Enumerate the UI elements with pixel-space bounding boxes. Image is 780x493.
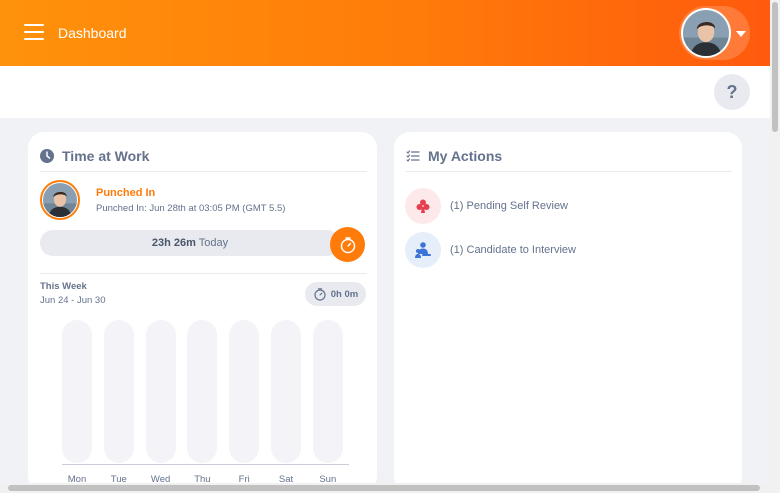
- chart-bar-fri: [229, 320, 260, 463]
- chart-bar-sat: [271, 320, 301, 463]
- top-bar: Dashboard: [0, 0, 770, 66]
- candidate-interview-icon: [405, 232, 441, 268]
- chart-bar-mon: [62, 320, 92, 463]
- week-range: Jun 24 - Jun 30: [40, 295, 106, 306]
- list-icon: [406, 150, 420, 162]
- stopwatch-button[interactable]: [330, 227, 365, 262]
- chart-bar-tue: [103, 320, 134, 463]
- punch-status: Punched In: [96, 187, 156, 199]
- vertical-scrollbar[interactable]: [770, 0, 780, 493]
- card-header: My Actions: [406, 144, 502, 168]
- action-label: (1) Pending Self Review: [450, 200, 569, 212]
- sub-header-bar: ?: [0, 66, 770, 118]
- punch-in-time: Punched In: Jun 28th at 03:05 PM (GMT 5.…: [96, 203, 286, 214]
- card-header: Time at Work: [40, 144, 149, 168]
- chart-axis-line: [62, 464, 349, 465]
- card-title: My Actions: [428, 148, 503, 164]
- user-menu-button[interactable]: [679, 6, 750, 60]
- stopwatch-icon: [314, 288, 326, 301]
- week-total-badge: 0h 0m: [305, 282, 366, 306]
- card-title: Time at Work: [62, 148, 150, 164]
- time-at-work-card: Time at Work Punched In Punched In: Jun …: [28, 132, 377, 492]
- stopwatch-icon: [340, 236, 355, 253]
- chart-bar-wed: [145, 320, 176, 463]
- clock-icon: [40, 149, 54, 163]
- help-button[interactable]: ?: [714, 74, 750, 110]
- chart-bar-thu: [187, 320, 218, 463]
- today-hours-value: 23h 26m: [151, 237, 196, 249]
- page-title: Dashboard: [58, 25, 127, 41]
- self-review-icon: [405, 188, 441, 224]
- today-hours-bar: 23h 26m Today: [40, 230, 340, 256]
- divider: [40, 171, 367, 172]
- my-actions-card: My Actions (1) Pending Self Review (1) C…: [394, 132, 742, 492]
- horizontal-scrollbar[interactable]: [0, 483, 770, 493]
- caret-down-icon: [736, 31, 746, 37]
- divider: [406, 171, 732, 172]
- chart-bar-sun: [312, 320, 343, 463]
- today-label: Today: [198, 237, 229, 249]
- action-label: (1) Candidate to Interview: [450, 244, 576, 256]
- divider: [40, 273, 367, 274]
- avatar: [40, 180, 80, 220]
- action-pending-self-review[interactable]: (1) Pending Self Review: [405, 188, 568, 224]
- week-label: This Week: [40, 281, 87, 292]
- hamburger-menu-icon[interactable]: [24, 24, 44, 40]
- week-total-value: 0h 0m: [330, 288, 359, 300]
- avatar: [681, 8, 731, 58]
- action-candidate-to-interview[interactable]: (1) Candidate to Interview: [405, 232, 576, 268]
